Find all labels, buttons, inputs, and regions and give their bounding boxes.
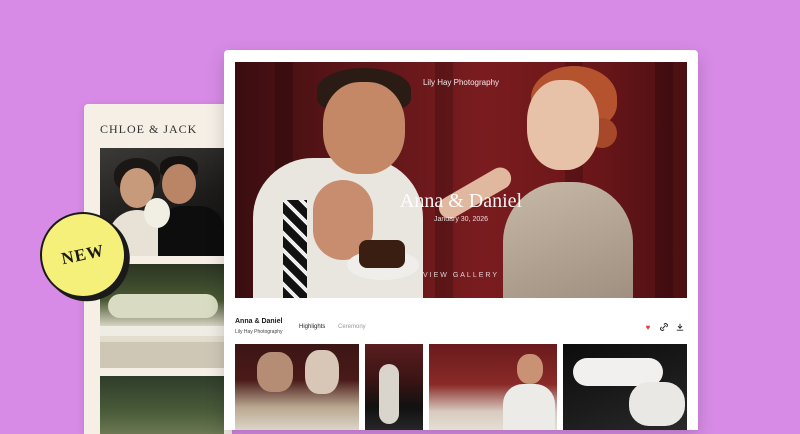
link-icon[interactable] [659, 322, 669, 332]
new-badge-label: NEW [59, 240, 107, 269]
bouquet [144, 198, 170, 228]
guest-figure [305, 350, 339, 394]
gallery-title: Anna & Daniel [399, 190, 523, 212]
glove [629, 382, 685, 426]
card-title: CHLOE & JACK [100, 122, 198, 136]
heart-icon[interactable]: ♥ [643, 322, 653, 332]
gallery-thumbnail[interactable] [365, 344, 423, 430]
guest-face [517, 354, 543, 384]
gallery-name: Anna & Daniel [235, 318, 283, 325]
guest-shirt [503, 384, 555, 430]
tab-ceremony[interactable]: Ceremony [338, 324, 366, 330]
guest-figure [257, 352, 293, 392]
anna-daniel-gallery-window: Lily Hay Photography Anna & Daniel Janua… [224, 50, 698, 430]
hero-cover-photo[interactable]: Lily Hay Photography Anna & Daniel Janua… [235, 62, 687, 298]
gallery-info-bar: Anna & Daniel Lily Hay Photography Highl… [235, 304, 687, 335]
garden-couple-photo[interactable] [100, 376, 224, 434]
studio-name: Lily Hay Photography [422, 78, 500, 87]
flower-centerpieces [108, 294, 218, 318]
reception-table-photo[interactable] [100, 264, 224, 368]
groom-tie [283, 200, 307, 298]
table-top [100, 326, 224, 336]
gallery-thumbnail[interactable] [235, 344, 359, 430]
curtain-fold [435, 62, 453, 298]
guest-figure [379, 364, 399, 424]
curtain-fold [655, 62, 673, 298]
gallery-thumbnail[interactable] [563, 344, 687, 430]
gallery-date: January 30, 2026 [433, 216, 489, 223]
groom-face [162, 164, 196, 204]
bride-head [527, 80, 599, 170]
view-gallery-button[interactable]: VIEW GALLERY [235, 272, 687, 279]
chairs [100, 342, 224, 368]
gallery-thumbnail[interactable] [429, 344, 557, 430]
cake-slice [359, 240, 405, 268]
download-icon[interactable] [675, 322, 685, 332]
tab-highlights[interactable]: Highlights [299, 324, 325, 330]
groom-head [323, 82, 405, 174]
gallery-studio: Lily Hay Photography [235, 329, 283, 335]
